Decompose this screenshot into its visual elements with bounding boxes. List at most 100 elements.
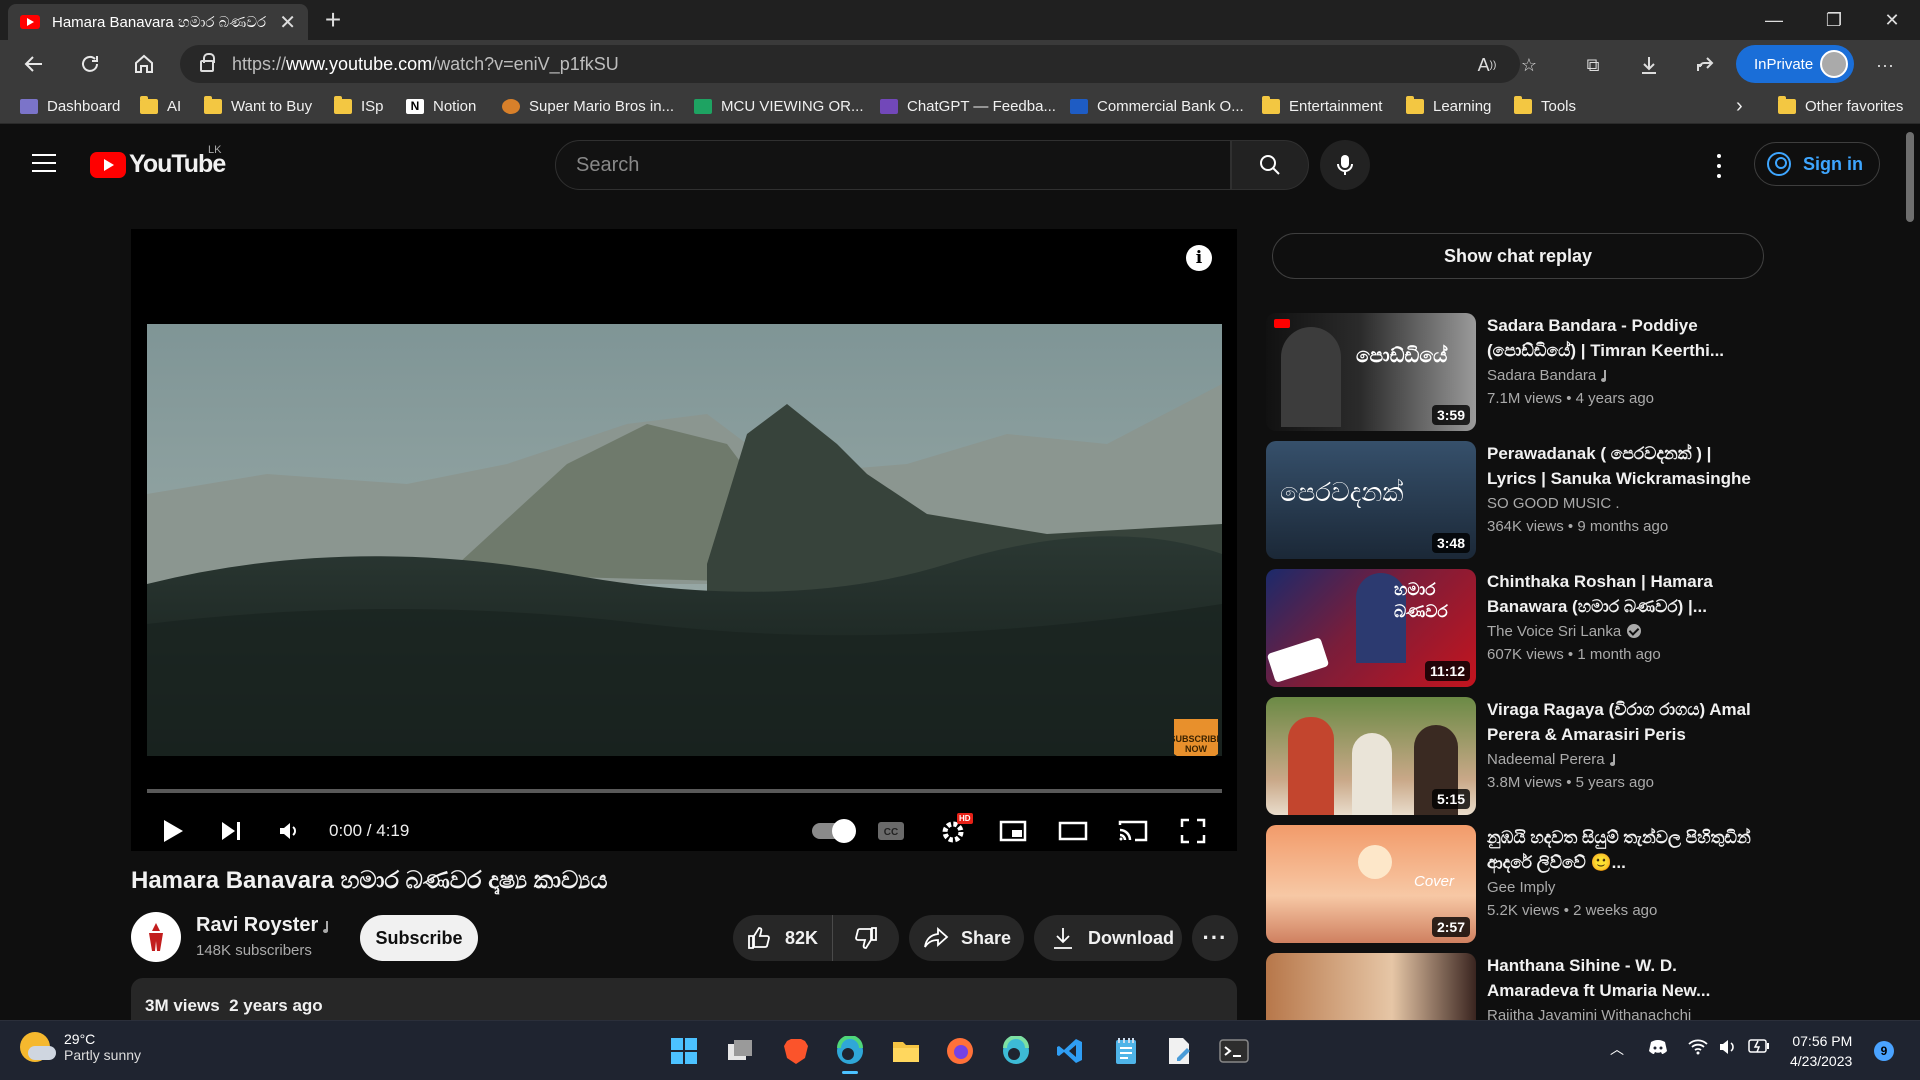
sign-in-button[interactable]: Sign in	[1754, 142, 1880, 186]
back-button[interactable]	[16, 46, 52, 82]
recommended-video[interactable]: පොඩ්ඩියේ 3:59 Sadara Bandara - Poddiye (…	[1266, 313, 1766, 431]
recommended-channel[interactable]: SO GOOD MUSIC .	[1487, 495, 1620, 512]
tab-close-icon[interactable]: ✕	[279, 10, 296, 35]
wifi-icon[interactable]	[1688, 1039, 1708, 1058]
recommended-channel[interactable]: Nadeemal Perera	[1487, 751, 1620, 768]
video-thumbnail[interactable]	[1266, 953, 1476, 1020]
bookmark-notion[interactable]: N Notion	[406, 88, 476, 124]
recommended-channel[interactable]: Gee Imply	[1487, 879, 1555, 896]
recommended-video[interactable]: 5:15 Viraga Ragaya (විරාග රාගය) Amal Per…	[1266, 697, 1766, 815]
terminal-button[interactable]	[1216, 1033, 1252, 1069]
recommended-title[interactable]: Hanthana Sihine - W. D. Amaradeva ft Uma…	[1487, 953, 1757, 1003]
volume-button[interactable]	[267, 807, 311, 855]
volume-icon[interactable]	[1718, 1039, 1738, 1058]
bookmark-want-to-buy[interactable]: Want to Buy	[204, 88, 312, 124]
discord-icon[interactable]	[1648, 1039, 1668, 1058]
recommended-channel[interactable]: Sadara Bandara	[1487, 367, 1611, 384]
video-thumbnail[interactable]: පොඩ්ඩියේ 3:59	[1266, 313, 1476, 431]
task-view-button[interactable]	[722, 1033, 758, 1069]
video-player[interactable]: i SUBSCRIBE NOW 0:00 / 4:19 CC HD	[131, 229, 1237, 851]
bookmark-other-favorites[interactable]: Other favorites	[1778, 88, 1903, 124]
subscribe-button[interactable]: Subscribe	[360, 915, 478, 961]
progress-bar[interactable]	[147, 789, 1222, 793]
bookmark-mcu-viewing[interactable]: MCU VIEWING OR...	[694, 88, 864, 124]
refresh-button[interactable]	[72, 46, 108, 82]
edge-browser-button[interactable]	[832, 1033, 868, 1074]
edge-profile-button[interactable]	[998, 1033, 1034, 1069]
more-actions-button[interactable]: ···	[1192, 915, 1238, 961]
inprivate-button[interactable]: InPrivate	[1736, 45, 1854, 83]
recommended-video[interactable]: Hanthana Sihine - W. D. Amaradeva ft Uma…	[1266, 953, 1766, 1020]
guide-menu-icon[interactable]	[32, 154, 56, 172]
recommended-video[interactable]: පෙරවදනක් 3:48 Perawadanak ( පෙරවදනක් ) |…	[1266, 441, 1766, 559]
share-page-icon[interactable]	[1690, 50, 1720, 80]
browser-tab-active[interactable]: Hamara Banavara හමාර බණවර ✕	[8, 4, 308, 40]
brave-browser-button[interactable]	[778, 1033, 814, 1069]
page-scrollbar[interactable]	[1900, 124, 1920, 1020]
fullscreen-button[interactable]	[1169, 807, 1217, 855]
channel-avatar[interactable]	[131, 912, 181, 962]
voice-search-button[interactable]	[1320, 140, 1370, 190]
read-aloud-icon[interactable]: A))	[1472, 50, 1502, 80]
settings-menu-icon[interactable]	[1704, 154, 1734, 178]
scrollbar-thumb[interactable]	[1906, 132, 1914, 222]
recommended-title[interactable]: Viraga Ragaya (විරාග රාගය) Amal Perera &…	[1487, 697, 1757, 747]
bookmark-learning[interactable]: Learning	[1406, 88, 1491, 124]
download-button[interactable]: Download	[1034, 915, 1182, 961]
address-bar[interactable]: https://www.youtube.com/watch?v=eniV_p1f…	[180, 45, 1520, 83]
close-window-button[interactable]: ✕	[1862, 0, 1920, 40]
browser-menu-icon[interactable]: ···	[1870, 50, 1900, 80]
search-input[interactable]: Search	[555, 140, 1231, 190]
like-button[interactable]: 82K	[733, 915, 833, 961]
minimize-button[interactable]: —	[1744, 0, 1804, 40]
youtube-logo[interactable]: YouTube LK	[90, 144, 226, 179]
share-button[interactable]: Share	[909, 915, 1024, 961]
recommended-video[interactable]: Cover 2:57 නුඹයි හදවත සියුම් තැන්වල පිහි…	[1266, 825, 1766, 943]
notepad-editor-button[interactable]	[1162, 1033, 1198, 1069]
recommended-video[interactable]: හමාර බණවර 11:12 Chinthaka Roshan | Hamar…	[1266, 569, 1766, 687]
firefox-button[interactable]	[942, 1033, 978, 1069]
recommended-title[interactable]: Chinthaka Roshan | Hamara Banawara (හමාර…	[1487, 569, 1757, 619]
search-button[interactable]	[1231, 140, 1309, 190]
recommended-title[interactable]: Perawadanak ( පෙරවදනක් ) | Lyrics | Sanu…	[1487, 441, 1757, 491]
dislike-button[interactable]	[833, 915, 899, 961]
start-button[interactable]	[666, 1033, 702, 1069]
notification-badge[interactable]: 9	[1874, 1041, 1894, 1061]
file-explorer-button[interactable]	[888, 1033, 924, 1069]
bookmark-dashboard[interactable]: Dashboard	[20, 88, 120, 124]
home-button[interactable]	[126, 46, 162, 82]
theater-mode-button[interactable]	[1049, 807, 1097, 855]
video-thumbnail[interactable]: Cover 2:57	[1266, 825, 1476, 943]
bookmark-isp[interactable]: ISp	[334, 88, 384, 124]
weather-widget[interactable]: 29°C Partly sunny	[20, 1031, 141, 1063]
bookmark-super-mario[interactable]: Super Mario Bros in...	[502, 88, 674, 124]
recommended-title[interactable]: නුඹයි හදවත සියුම් තැන්වල පිහිතුඩින් ආදරේ…	[1487, 825, 1757, 875]
show-hidden-icons-chevron-icon[interactable]: ︿	[1610, 1039, 1624, 1059]
autoplay-toggle[interactable]	[807, 807, 856, 855]
bookmark-ai[interactable]: AI	[140, 88, 181, 124]
miniplayer-button[interactable]	[989, 807, 1037, 855]
add-favorite-icon[interactable]: ☆	[1514, 50, 1544, 80]
bookmark-tools[interactable]: Tools	[1514, 88, 1576, 124]
bookmark-chatgpt-feedback[interactable]: ChatGPT — Feedba...	[880, 88, 1056, 124]
bookmark-entertainment[interactable]: Entertainment	[1262, 88, 1382, 124]
settings-button[interactable]: HD	[929, 807, 977, 855]
recommended-channel[interactable]: Rajitha Jayamini Withanachchi	[1487, 1007, 1691, 1020]
recommended-title[interactable]: Sadara Bandara - Poddiye (පොඩ්ඩියේ) | Ti…	[1487, 313, 1757, 363]
next-button[interactable]	[209, 807, 253, 855]
notepad-button[interactable]	[1108, 1033, 1144, 1069]
video-thumbnail[interactable]: පෙරවදනක් 3:48	[1266, 441, 1476, 559]
channel-name[interactable]: Ravi Royster	[196, 914, 333, 937]
vscode-button[interactable]	[1052, 1033, 1088, 1069]
system-clock[interactable]: 07:56 PM 4/23/2023	[1790, 1031, 1852, 1071]
subscribe-now-watermark[interactable]: SUBSCRIBE NOW	[1174, 719, 1218, 756]
play-button[interactable]	[151, 807, 195, 855]
captions-button[interactable]: CC	[867, 807, 915, 855]
video-frame[interactable]: SUBSCRIBE NOW	[147, 324, 1222, 756]
battery-charging-icon[interactable]	[1748, 1039, 1770, 1056]
restore-button[interactable]: ❐	[1804, 0, 1864, 40]
video-thumbnail[interactable]: 5:15	[1266, 697, 1476, 815]
info-icon[interactable]: i	[1186, 245, 1212, 271]
show-chat-replay-button[interactable]: Show chat replay	[1272, 233, 1764, 279]
video-thumbnail[interactable]: හමාර බණවර 11:12	[1266, 569, 1476, 687]
